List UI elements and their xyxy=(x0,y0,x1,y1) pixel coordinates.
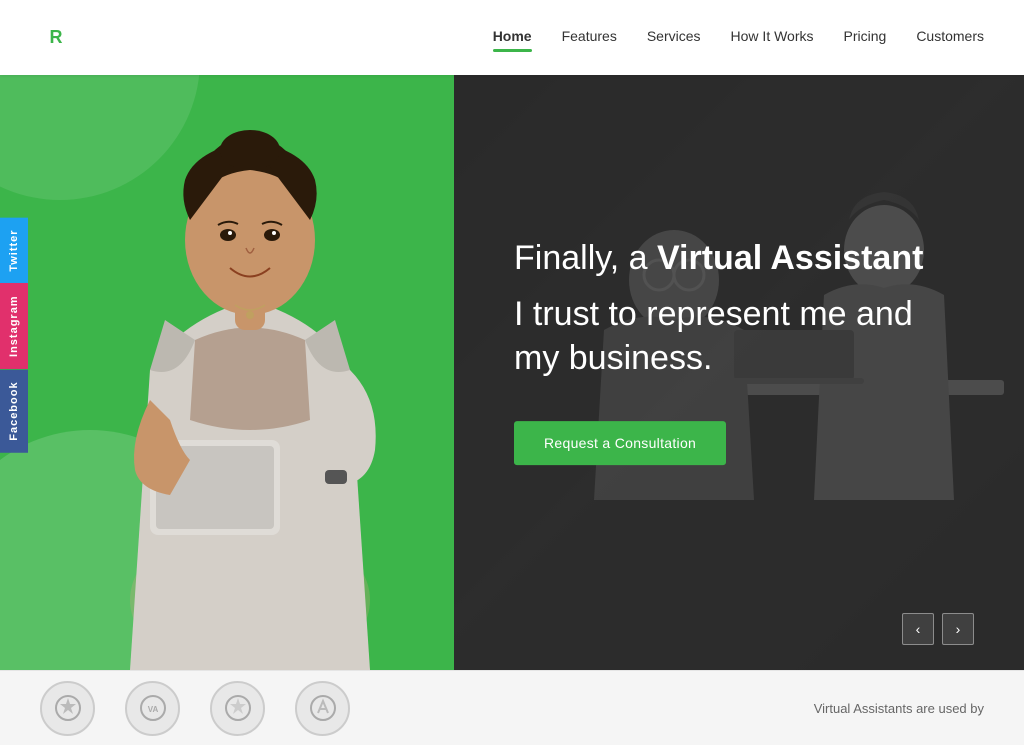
logo[interactable]: R Revirta xyxy=(40,22,155,54)
nav-item-how-it-works[interactable]: How It Works xyxy=(731,28,814,48)
nav-item-pricing[interactable]: Pricing xyxy=(844,28,887,48)
hero-person-image xyxy=(50,20,450,670)
badge-4 xyxy=(295,681,350,736)
trust-text: Virtual Assistants are used by xyxy=(814,701,984,716)
social-sidebar: Twitter Instagram Facebook xyxy=(0,217,28,452)
badge-1 xyxy=(40,681,95,736)
headline-bold: Virtual Assistant xyxy=(657,239,923,277)
logo-letter: R xyxy=(50,27,63,48)
hero-section: Finally, a Virtual Assistant I trust to … xyxy=(0,0,1024,670)
bottom-bar: VA Virtual Assistants are used by xyxy=(0,670,1024,745)
header: R Revirta Home Features Services How It … xyxy=(0,0,1024,75)
badge-2: VA xyxy=(125,681,180,736)
trust-badges: VA xyxy=(40,681,350,736)
slider-arrows: ‹ › xyxy=(902,613,974,645)
logo-icon: R xyxy=(40,22,72,54)
nav-item-services[interactable]: Services xyxy=(647,28,701,48)
nav-item-features[interactable]: Features xyxy=(562,28,617,48)
badge-3 xyxy=(210,681,265,736)
main-nav: Home Features Services How It Works Pric… xyxy=(493,28,984,48)
hero-content: Finally, a Virtual Assistant I trust to … xyxy=(454,196,1024,505)
prev-arrow[interactable]: ‹ xyxy=(902,613,934,645)
hero-headline: Finally, a Virtual Assistant xyxy=(514,236,964,280)
nav-item-customers[interactable]: Customers xyxy=(916,28,984,48)
hero-right-panel: Finally, a Virtual Assistant I trust to … xyxy=(454,0,1024,670)
social-facebook[interactable]: Facebook xyxy=(0,369,28,452)
hero-left-panel xyxy=(0,0,470,670)
cta-button[interactable]: Request a Consultation xyxy=(514,421,726,465)
next-arrow[interactable]: › xyxy=(942,613,974,645)
social-instagram[interactable]: Instagram xyxy=(0,284,28,370)
headline-start: Finally, a xyxy=(514,239,657,277)
svg-text:VA: VA xyxy=(147,705,158,714)
logo-text: Revirta xyxy=(80,25,155,51)
social-twitter[interactable]: Twitter xyxy=(0,217,28,283)
hero-subtext: I trust to represent me and my business. xyxy=(514,292,964,380)
nav-item-home[interactable]: Home xyxy=(493,28,532,48)
